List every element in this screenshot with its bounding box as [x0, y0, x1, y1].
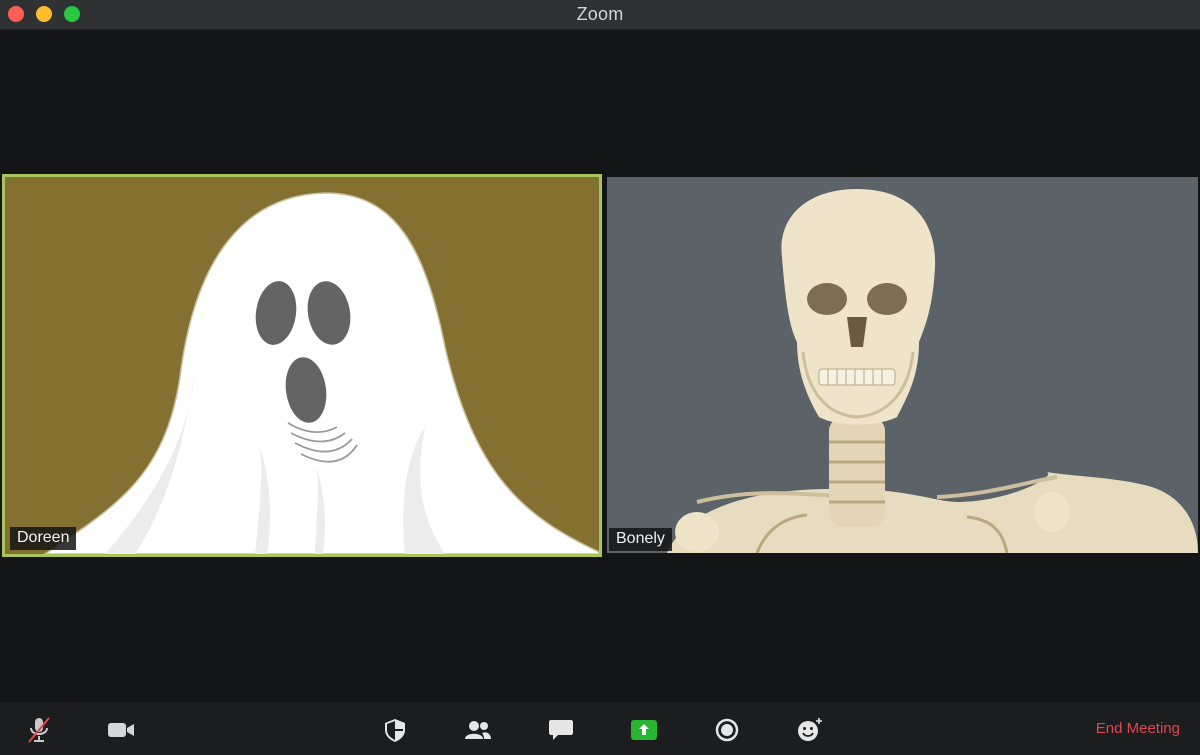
record-button[interactable] — [712, 715, 742, 745]
title-bar: Zoom — [0, 0, 1200, 30]
video-camera-icon — [108, 723, 134, 737]
security-button[interactable] — [380, 715, 410, 745]
mute-button[interactable] — [24, 715, 54, 745]
share-screen-button[interactable] — [629, 715, 659, 745]
skeleton-video — [607, 177, 1198, 553]
video-gallery: Doreen Bonely — [0, 30, 1200, 700]
share-screen-icon — [631, 720, 657, 740]
chat-button[interactable] — [546, 715, 576, 745]
microphone-muted-icon — [28, 717, 50, 743]
reactions-button[interactable] — [795, 715, 825, 745]
chat-bubble-icon — [549, 720, 573, 740]
ghost-video — [5, 177, 599, 554]
shield-icon — [385, 719, 405, 742]
meeting-toolbar: End Meeting — [0, 702, 1200, 755]
start-video-button[interactable] — [106, 715, 136, 745]
record-icon — [715, 718, 739, 742]
participants-icon — [465, 721, 491, 739]
window-title: Zoom — [576, 4, 624, 24]
end-meeting-button[interactable]: End Meeting — [1096, 720, 1180, 737]
participant-name-label: Doreen — [10, 527, 77, 550]
participant-name-label: Bonely — [609, 528, 672, 551]
participant-tile-bonely[interactable]: Bonely — [607, 177, 1198, 553]
participants-button[interactable] — [463, 715, 493, 745]
participant-tile-doreen[interactable]: Doreen — [2, 174, 602, 557]
reaction-smiley-icon — [798, 718, 822, 741]
